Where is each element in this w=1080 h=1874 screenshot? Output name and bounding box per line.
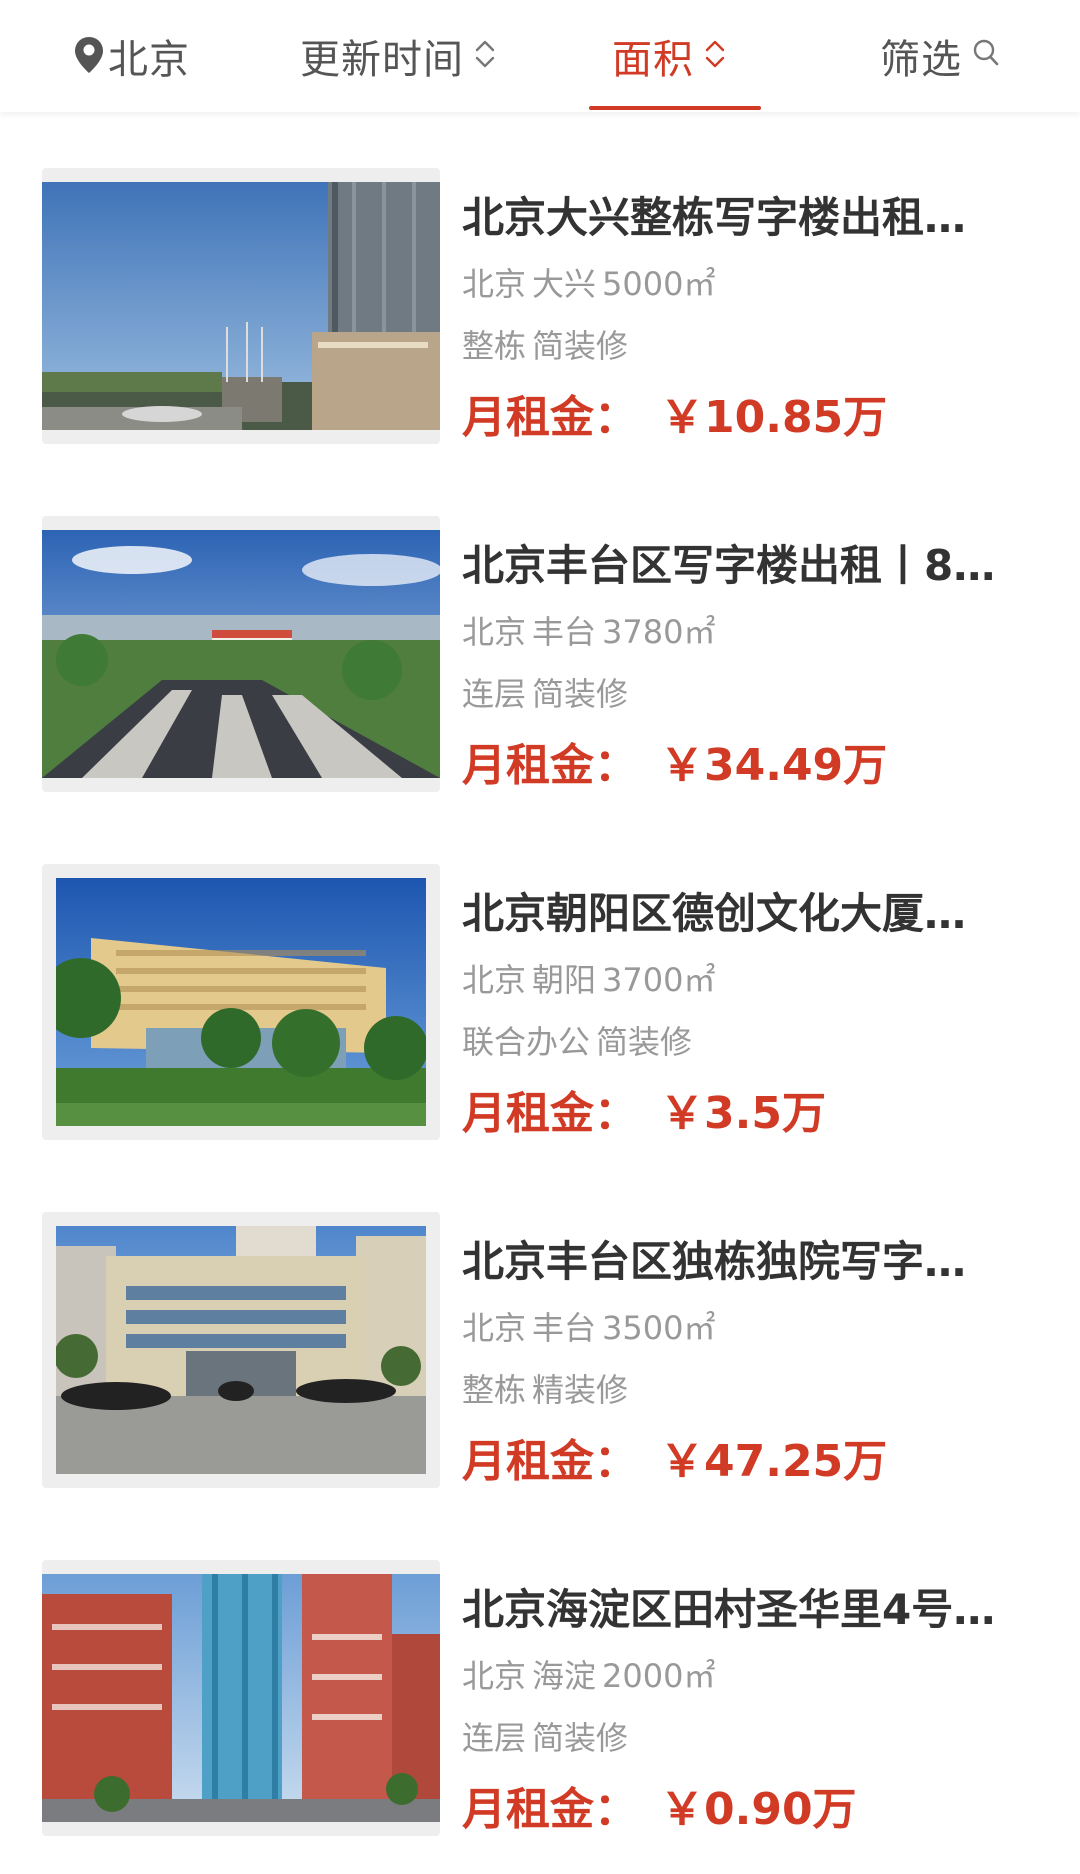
listing-location-area: 北京 丰台 3780㎡ (462, 612, 715, 652)
listing-tags: 整栋 简装修 (462, 326, 628, 366)
listing-tags: 连层 简装修 (462, 674, 628, 714)
listing-card[interactable]: 北京大兴整栋写字楼出租… 北京 大兴 5000㎡ 整栋 简装修 月租金： ￥10.85万 (0, 168, 1080, 450)
listing-thumbnail-frame (42, 864, 440, 1140)
listing-city: 北京 (462, 1657, 527, 1695)
listing-district: 朝阳 (532, 961, 597, 999)
listing-location-area: 北京 海淀 2000㎡ (462, 1656, 715, 1696)
price-label: 月租金： (462, 1784, 638, 1835)
listing-decoration-tag: 简装修 (532, 1719, 629, 1757)
price-label: 月租金： (462, 740, 638, 791)
listing-title[interactable]: 北京丰台区独栋独院写字… (462, 1234, 1042, 1290)
listing-location-area: 北京 朝阳 3700㎡ (462, 960, 715, 1000)
listing-price: 月租金： ￥3.5万 (462, 1086, 826, 1142)
sort-by-update-time[interactable]: 更新时间 (300, 0, 496, 112)
price-label: 月租金： (462, 392, 638, 443)
filter-bar: 北京 更新时间 面积 筛选 (0, 0, 1080, 112)
price-label: 月租金： (462, 1088, 638, 1139)
listing-district: 海淀 (532, 1657, 597, 1695)
filter-label: 筛选 (880, 37, 962, 83)
listing-city: 北京 (462, 961, 527, 999)
price-amount: ￥3.5万 (660, 1088, 826, 1139)
listing-area: 5000㎡ (602, 265, 716, 303)
active-tab-underline (589, 106, 761, 110)
listing-tags: 整栋 精装修 (462, 1370, 628, 1410)
listing-title[interactable]: 北京海淀区田村圣华里4号… (462, 1582, 1042, 1638)
sort-by-area[interactable]: 面积 (612, 0, 726, 112)
listing-decoration-tag: 简装修 (596, 1023, 693, 1061)
listing-layout-tag: 连层 (462, 1719, 527, 1757)
listing-district: 丰台 (532, 1309, 597, 1347)
price-amount: ￥0.90万 (660, 1784, 857, 1835)
price-amount: ￥10.85万 (660, 392, 888, 443)
listing-title[interactable]: 北京丰台区写字楼出租丨8… (462, 538, 1042, 594)
sort-toggle-icon (474, 37, 496, 71)
sort-toggle-icon (704, 37, 726, 71)
listing-city: 北京 (462, 613, 527, 651)
listing-location-area: 北京 丰台 3500㎡ (462, 1308, 715, 1348)
listing-thumbnail-frame (42, 1212, 440, 1488)
listing-tags: 联合办公 简装修 (462, 1022, 692, 1062)
listing-tags: 连层 简装修 (462, 1718, 628, 1758)
filter-button[interactable]: 筛选 (880, 0, 1000, 112)
listing-card[interactable]: 北京丰台区写字楼出租丨8… 北京 丰台 3780㎡ 连层 简装修 月租金： ￥34.49… (0, 516, 1080, 798)
listing-card[interactable]: 北京海淀区田村圣华里4号… 北京 海淀 2000㎡ 连层 简装修 月租金： ￥0.90万 (0, 1560, 1080, 1842)
listing-district: 丰台 (532, 613, 597, 651)
listing-photo[interactable] (56, 1226, 426, 1474)
listing-thumbnail-frame (42, 516, 440, 792)
location-selector[interactable]: 北京 (74, 0, 190, 112)
location-pin-icon (74, 36, 104, 74)
price-label: 月租金： (462, 1436, 638, 1487)
listing-district: 大兴 (532, 265, 597, 303)
listing-decoration-tag: 简装修 (532, 327, 629, 365)
listing-layout-tag: 整栋 (462, 327, 527, 365)
location-label: 北京 (108, 37, 190, 83)
listing-title[interactable]: 北京朝阳区德创文化大厦… (462, 886, 1042, 942)
listing-city: 北京 (462, 1309, 527, 1347)
listing-photo[interactable] (42, 1574, 440, 1822)
listing-area: 2000㎡ (602, 1657, 716, 1695)
listing-thumbnail-frame (42, 1560, 440, 1836)
listing-area: 3500㎡ (602, 1309, 716, 1347)
price-amount: ￥34.49万 (660, 740, 888, 791)
listing-price: 月租金： ￥47.25万 (462, 1434, 887, 1490)
listing-thumbnail-frame (42, 168, 440, 444)
listing-layout-tag: 整栋 (462, 1371, 527, 1409)
listing-area: 3780㎡ (602, 613, 716, 651)
search-icon (972, 32, 1000, 78)
listing-photo[interactable] (42, 182, 440, 430)
listing-photo[interactable] (42, 530, 440, 778)
price-amount: ￥47.25万 (660, 1436, 888, 1487)
listing-decoration-tag: 简装修 (532, 675, 629, 713)
listing-price: 月租金： ￥34.49万 (462, 738, 887, 794)
listing-city: 北京 (462, 265, 527, 303)
sort-area-label: 面积 (612, 37, 694, 83)
listing-layout-tag: 连层 (462, 675, 527, 713)
listing-card[interactable]: 北京丰台区独栋独院写字… 北京 丰台 3500㎡ 整栋 精装修 月租金： ￥47.25万 (0, 1212, 1080, 1494)
listing-title[interactable]: 北京大兴整栋写字楼出租… (462, 190, 1042, 246)
listing-photo[interactable] (56, 878, 426, 1126)
listing-price: 月租金： ￥10.85万 (462, 390, 887, 446)
listing-location-area: 北京 大兴 5000㎡ (462, 264, 715, 304)
sort-time-label: 更新时间 (300, 37, 464, 83)
listing-price: 月租金： ￥0.90万 (462, 1782, 857, 1838)
listing-card[interactable]: 北京朝阳区德创文化大厦… 北京 朝阳 3700㎡ 联合办公 简装修 月租金： ￥3.5万 (0, 864, 1080, 1146)
listing-decoration-tag: 精装修 (532, 1371, 629, 1409)
listing-area: 3700㎡ (602, 961, 716, 999)
listing-layout-tag: 联合办公 (462, 1023, 591, 1061)
